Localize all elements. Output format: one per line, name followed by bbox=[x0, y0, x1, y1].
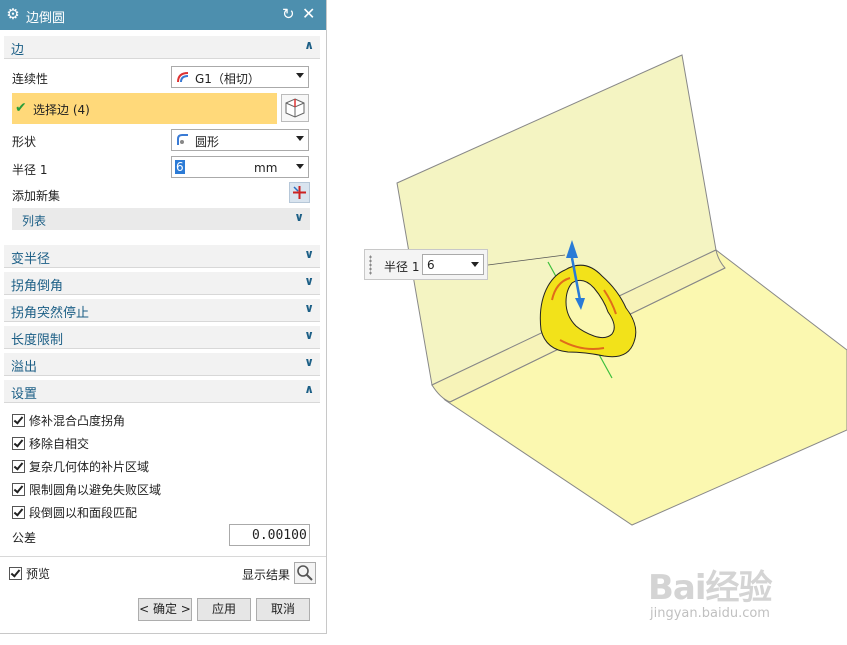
edge-blend-dialog: ⚙ 边倒圆 ↻ ✕ 边 ∧ 连续性 G1（相切） ✔ 选择边 (4) 形状 圆形… bbox=[0, 0, 327, 634]
chevron-down-icon: ∨ bbox=[304, 355, 314, 369]
graphics-viewport[interactable] bbox=[326, 0, 847, 645]
ok-button[interactable]: < 确定 > bbox=[138, 598, 192, 621]
tolerance-input[interactable]: 0.00100 bbox=[229, 524, 310, 546]
chevron-down-icon: ∨ bbox=[294, 210, 304, 224]
checkbox-box[interactable] bbox=[12, 460, 25, 473]
tolerance-label: 公差 bbox=[12, 531, 37, 545]
section-variable-radius[interactable]: 变半径 ∨ bbox=[4, 245, 320, 268]
chevron-down-icon: ∨ bbox=[304, 274, 314, 288]
radius-label: 半径 1 bbox=[384, 260, 420, 274]
continuity-icon bbox=[177, 72, 189, 83]
watermark-url: jingyan.baidu.com bbox=[650, 606, 770, 621]
select-edge-button[interactable] bbox=[281, 94, 309, 122]
check-icon: ✔ bbox=[15, 100, 27, 116]
magnifier-icon bbox=[297, 565, 313, 581]
section-settings[interactable]: 设置 ∧ bbox=[4, 380, 320, 403]
section-length-limit[interactable]: 长度限制 ∨ bbox=[4, 326, 320, 349]
chevron-down-icon bbox=[296, 73, 304, 78]
checkbox-label: 限制圆角以避免失败区域 bbox=[29, 483, 162, 497]
checkbox-label: 复杂几何体的补片区域 bbox=[29, 460, 150, 474]
radius-value: 6 bbox=[427, 258, 435, 272]
baidu-watermark: Bai经验 jingyan.baidu.com bbox=[648, 560, 843, 630]
checkbox-box[interactable] bbox=[12, 483, 25, 496]
section-label: 设置 bbox=[11, 387, 38, 402]
preview-label: 预览 bbox=[26, 567, 51, 581]
section-label: 拐角突然停止 bbox=[11, 306, 90, 321]
checkbox-label: 段倒圆以和面段匹配 bbox=[29, 506, 138, 520]
add-new-set-button[interactable] bbox=[289, 182, 310, 203]
reset-icon[interactable]: ↻ bbox=[282, 6, 295, 22]
checkbox-label: 移除自相交 bbox=[29, 437, 90, 451]
select-edge-label: 选择边 (4) bbox=[33, 103, 90, 117]
section-label: 边 bbox=[11, 43, 25, 58]
section-label: 变半径 bbox=[11, 252, 51, 267]
continuity-dropdown[interactable]: G1（相切） bbox=[171, 66, 309, 88]
round-shape-icon bbox=[177, 134, 188, 145]
chevron-down-icon: ∨ bbox=[304, 301, 314, 315]
section-stop-short-of-corner[interactable]: 拐角突然停止 ∨ bbox=[4, 299, 320, 322]
radius-label: 半径 1 bbox=[12, 163, 48, 177]
gear-icon[interactable]: ⚙ bbox=[5, 6, 21, 22]
continuity-label: 连续性 bbox=[12, 72, 49, 86]
shape-dropdown[interactable]: 圆形 bbox=[171, 129, 309, 151]
dialog-titlebar: ⚙ 边倒圆 ↻ ✕ bbox=[0, 0, 326, 30]
chevron-down-icon: ∨ bbox=[304, 328, 314, 342]
drag-grip-icon[interactable] bbox=[369, 255, 372, 275]
radius-unit: mm bbox=[254, 161, 278, 175]
radius-value: 6 bbox=[175, 160, 185, 174]
dialog-title: 边倒圆 bbox=[26, 11, 66, 26]
select-edge-row[interactable]: ✔ 选择边 (4) bbox=[12, 93, 277, 124]
list-toggle[interactable]: 列表 ∨ bbox=[12, 208, 310, 230]
section-edge[interactable]: 边 ∧ bbox=[4, 36, 320, 59]
show-result-button[interactable] bbox=[294, 562, 316, 584]
chevron-up-icon: ∧ bbox=[304, 382, 314, 396]
checkbox-box[interactable] bbox=[9, 567, 22, 580]
add-new-set-label: 添加新集 bbox=[12, 189, 61, 203]
checkbox-box[interactable] bbox=[12, 414, 25, 427]
chevron-down-icon[interactable] bbox=[296, 164, 304, 169]
radius-input[interactable]: 6 mm bbox=[171, 156, 309, 178]
continuity-value: G1（相切） bbox=[195, 72, 260, 86]
list-label: 列表 bbox=[22, 214, 47, 228]
chevron-up-icon: ∧ bbox=[304, 38, 314, 52]
tolerance-value: 0.00100 bbox=[252, 528, 307, 543]
add-set-icon bbox=[293, 186, 306, 199]
show-result-label: 显示结果 bbox=[242, 568, 291, 582]
close-icon[interactable]: ✕ bbox=[302, 5, 315, 23]
checkbox-box[interactable] bbox=[12, 506, 25, 519]
chevron-down-icon bbox=[471, 262, 479, 267]
watermark-logo: Bai经验 bbox=[648, 568, 773, 608]
chevron-down-icon bbox=[296, 136, 304, 141]
checkbox-box[interactable] bbox=[12, 437, 25, 450]
cancel-button[interactable]: 取消 bbox=[256, 598, 310, 621]
shape-label: 形状 bbox=[12, 135, 37, 149]
checkbox-label: 修补混合凸度拐角 bbox=[29, 414, 126, 428]
apply-button[interactable]: 应用 bbox=[197, 598, 251, 621]
shape-value: 圆形 bbox=[195, 135, 220, 149]
section-overflow[interactable]: 溢出 ∨ bbox=[4, 353, 320, 376]
radius-onscreen-input[interactable]: 半径 1 6 bbox=[364, 249, 488, 280]
radius-dropdown[interactable]: 6 bbox=[422, 254, 484, 275]
section-label: 拐角倒角 bbox=[11, 279, 64, 294]
chevron-down-icon: ∨ bbox=[304, 247, 314, 261]
section-corner-setback[interactable]: 拐角倒角 ∨ bbox=[4, 272, 320, 295]
divider bbox=[0, 556, 326, 557]
section-label: 溢出 bbox=[11, 360, 38, 375]
cube-icon bbox=[285, 98, 305, 118]
section-label: 长度限制 bbox=[11, 333, 64, 348]
